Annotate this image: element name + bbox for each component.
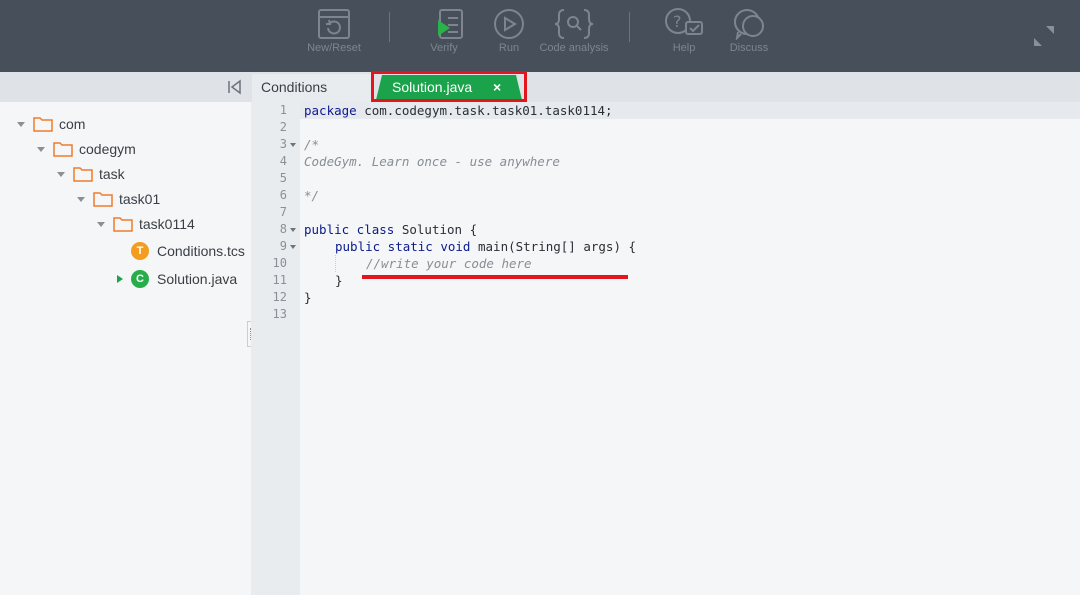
- fold-arrow-icon[interactable]: [290, 228, 296, 232]
- close-icon[interactable]: ×: [493, 75, 501, 99]
- code-line-12: }: [304, 290, 312, 305]
- fold-arrow-icon[interactable]: [290, 143, 296, 147]
- code-line-10: //write your code here: [366, 256, 532, 271]
- line-number: 10: [272, 256, 287, 270]
- discuss-icon: [734, 9, 764, 40]
- indent-guide: [335, 255, 336, 272]
- code-analysis-icon: [554, 9, 594, 39]
- tree-item-label: task01: [119, 191, 161, 207]
- help-button[interactable]: ? Help: [649, 8, 719, 64]
- code-line-1: package com.codegym.task.task01.task0114…: [304, 102, 613, 119]
- line-number: 3: [279, 137, 287, 151]
- code-line-6: */: [304, 188, 320, 203]
- line-number: 9: [279, 239, 287, 253]
- tab-conditions[interactable]: Conditions: [252, 74, 372, 102]
- code-text: com.codegym.task.task01.task0114;: [356, 103, 613, 118]
- toolbar-separator: [629, 12, 630, 42]
- line-number: 11: [272, 273, 287, 287]
- help-icon: ?: [665, 8, 703, 35]
- line-number: 2: [279, 120, 287, 134]
- folder-icon: [113, 217, 133, 232]
- new-reset-button[interactable]: New/Reset: [299, 8, 369, 64]
- chevron-down-icon[interactable]: [77, 196, 85, 202]
- tree-folder-task01[interactable]: task01: [77, 188, 160, 210]
- annotation-underline: [362, 275, 628, 279]
- run-button[interactable]: Run: [474, 8, 544, 64]
- code-editor[interactable]: [300, 102, 1080, 595]
- line-number: 4: [279, 154, 287, 168]
- tab-solution-java[interactable]: Solution.java ×: [376, 75, 522, 100]
- svg-text:?: ?: [673, 12, 682, 31]
- chevron-down-icon[interactable]: [97, 221, 105, 227]
- top-toolbar: New/Reset Verify Run Code analysis ? Hel…: [0, 0, 1080, 72]
- chevron-down-icon[interactable]: [17, 121, 25, 127]
- tree-folder-com[interactable]: com: [17, 113, 85, 135]
- code-line-4: CodeGym. Learn once - use anywhere: [304, 154, 560, 169]
- tree-item-label: task: [99, 166, 125, 182]
- folder-icon: [73, 167, 93, 182]
- code-text: main(String[] args) {: [470, 239, 637, 254]
- tab-label: Solution.java: [392, 79, 473, 95]
- tree-item-label: Solution.java: [157, 271, 238, 287]
- code-keyword: package: [304, 103, 357, 118]
- code-analysis-button[interactable]: Code analysis: [539, 8, 609, 64]
- discuss-button[interactable]: Discuss: [714, 8, 784, 64]
- line-number: 1: [279, 103, 287, 117]
- play-icon: [494, 9, 524, 39]
- play-icon[interactable]: [117, 275, 123, 283]
- task-file-icon: T: [131, 242, 149, 260]
- code-text: Solution {: [394, 222, 478, 237]
- tree-folder-task0114[interactable]: task0114: [97, 213, 195, 235]
- line-number: 8: [279, 222, 287, 236]
- code-line-9: public static void main(String[] args) {: [335, 238, 636, 255]
- line-number: 6: [279, 188, 287, 202]
- code-line-3: /*: [304, 137, 320, 152]
- line-number: 7: [279, 205, 287, 219]
- tree-folder-task[interactable]: task: [57, 163, 125, 185]
- line-number: 12: [272, 290, 287, 304]
- tree-item-label: Conditions.tcs: [157, 243, 245, 259]
- chevron-down-icon[interactable]: [37, 146, 45, 152]
- file-tree-sidebar: [0, 102, 251, 595]
- tree-folder-codegym[interactable]: codegym: [37, 138, 136, 160]
- chevron-down-icon[interactable]: [57, 171, 65, 177]
- tree-item-label: com: [59, 116, 86, 132]
- tree-item-label: codegym: [79, 141, 136, 157]
- code-line-11: }: [335, 273, 343, 288]
- fold-arrow-icon[interactable]: [290, 245, 296, 249]
- folder-icon: [33, 117, 53, 132]
- reset-icon: [318, 9, 350, 39]
- class-file-icon: C: [131, 270, 149, 288]
- tree-file-conditions[interactable]: T Conditions.tcs: [131, 240, 245, 262]
- code-keyword: public class: [304, 222, 395, 237]
- folder-icon: [53, 142, 73, 157]
- editor-tab-bar: [0, 72, 1080, 102]
- code-line-8: public class Solution {: [304, 221, 477, 238]
- verify-icon: [438, 9, 463, 39]
- code-keyword: public static void: [335, 239, 471, 254]
- folder-icon: [93, 192, 113, 207]
- collapse-sidebar-icon[interactable]: [226, 78, 244, 96]
- tree-file-solution[interactable]: C Solution.java: [117, 268, 237, 290]
- expand-icon[interactable]: [1032, 24, 1056, 48]
- tree-item-label: task0114: [139, 216, 195, 232]
- line-number: 5: [279, 171, 287, 185]
- line-number: 13: [272, 307, 287, 321]
- verify-button[interactable]: Verify: [409, 8, 479, 64]
- toolbar-separator: [389, 12, 390, 42]
